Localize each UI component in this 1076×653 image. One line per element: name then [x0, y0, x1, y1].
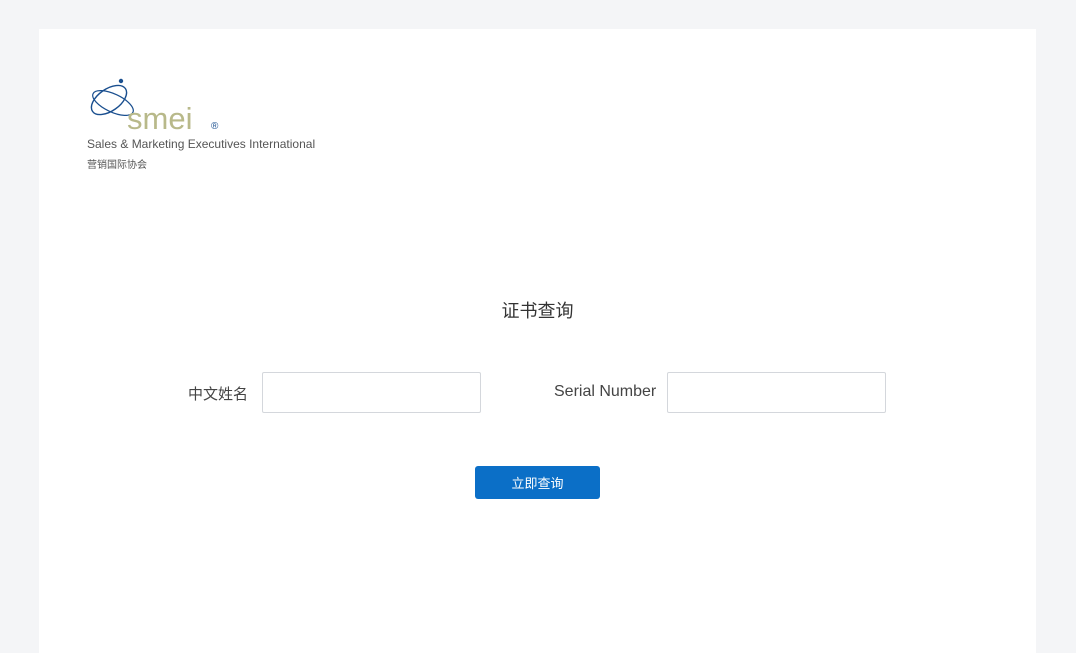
page-title: 证书查询	[501, 301, 574, 322]
smei-logo-graphic: smei ®	[90, 78, 219, 135]
query-button[interactable]: 立即查询	[475, 466, 600, 499]
smei-logo: smei ® Sales & Marketing Executives Inte…	[87, 75, 387, 175]
chinese-name-input[interactable]	[262, 372, 481, 413]
logo-subtitle-en: Sales & Marketing Executives Internation…	[87, 137, 316, 151]
serial-number-label: Serial Number	[554, 383, 657, 400]
chinese-name-label: 中文姓名	[188, 385, 249, 403]
logo-subtitle-cn: 营销国际协会	[87, 160, 147, 171]
page-card: smei ® Sales & Marketing Executives Inte…	[39, 29, 1036, 653]
serial-number-input[interactable]	[667, 372, 886, 413]
logo-wordmark: smei	[127, 101, 192, 135]
logo-registered-mark: ®	[211, 121, 219, 132]
